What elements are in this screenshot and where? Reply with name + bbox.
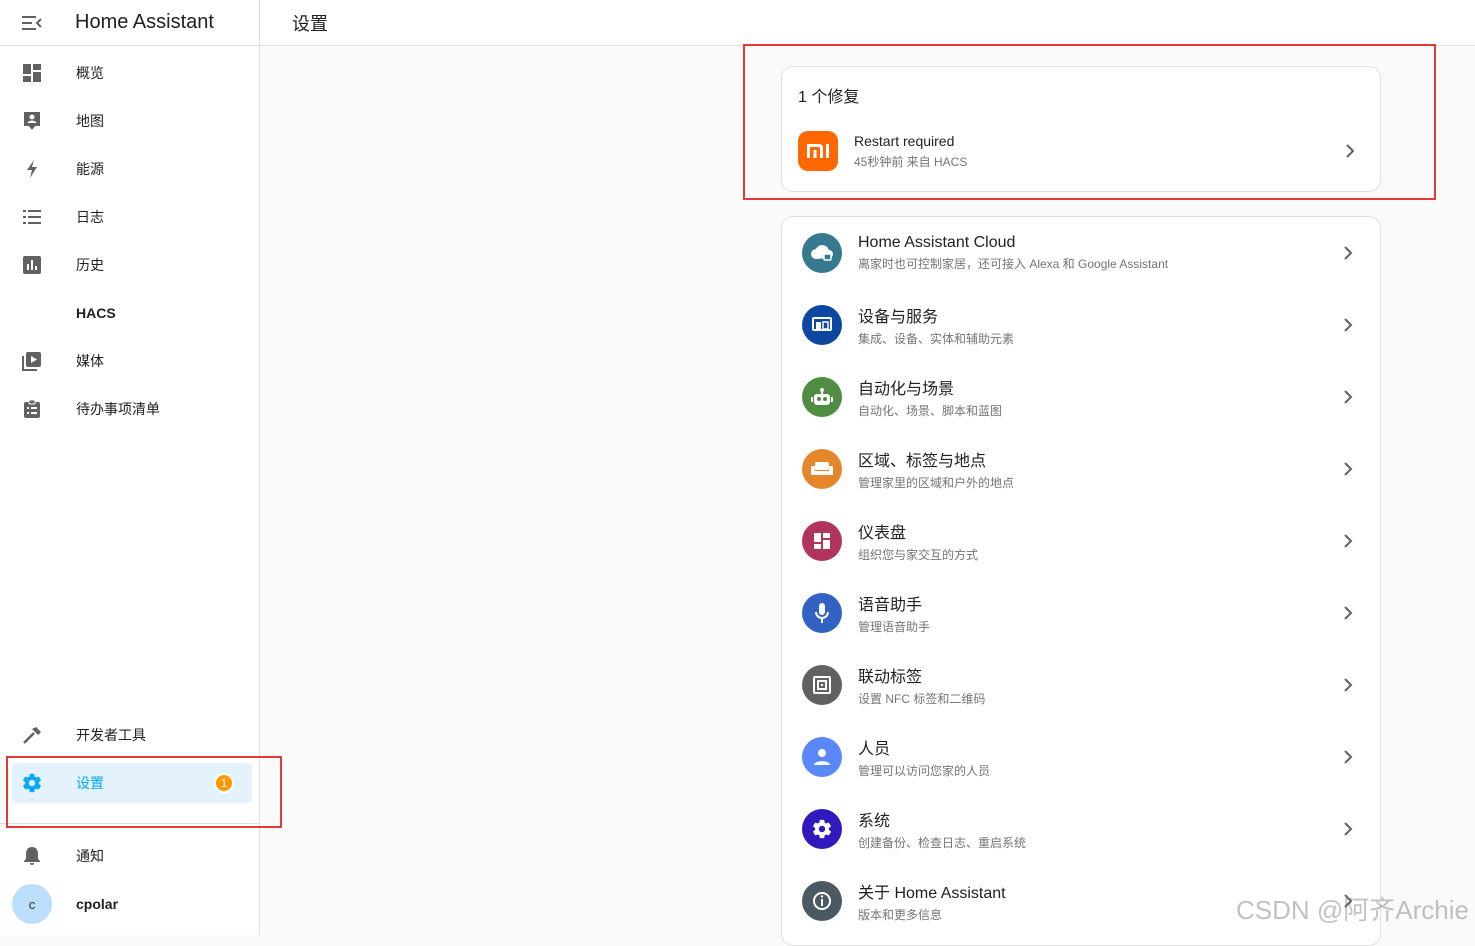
cog-icon <box>802 809 842 849</box>
sidebar-item-label: 待办事项清单 <box>76 399 160 419</box>
sidebar-item-developer-tools[interactable]: 开发者工具 <box>12 715 252 755</box>
settings-list-card: Home Assistant Cloud 离家时也可控制家居，还可接入 Alexa… <box>781 216 1381 946</box>
chevron-right-icon <box>1336 313 1360 337</box>
chevron-right-icon <box>1336 529 1360 553</box>
hacs-icon <box>12 293 52 333</box>
sidebar-item-profile[interactable]: c cpolar <box>12 884 252 924</box>
play-box-icon <box>12 341 52 381</box>
hammer-icon <box>12 715 52 755</box>
settings-row-devices[interactable]: 设备与服务集成、设备、实体和辅助元素 <box>782 289 1380 361</box>
chevron-right-icon <box>1336 385 1360 409</box>
chart-box-icon <box>12 245 52 285</box>
sidebar-item-label: 地图 <box>76 111 104 131</box>
nfc-icon <box>802 665 842 705</box>
settings-row-subtitle: 设置 NFC 标签和二维码 <box>858 690 1336 707</box>
settings-row-automations[interactable]: 自动化与场景自动化、场景、脚本和蓝图 <box>782 361 1380 433</box>
chevron-right-icon <box>1336 745 1360 769</box>
settings-row-subtitle: 管理家里的区域和户外的地点 <box>858 474 1336 491</box>
view-dashboard-icon <box>802 521 842 561</box>
settings-row-title: 自动化与场景 <box>858 375 1336 399</box>
page-title: 设置 <box>292 10 328 36</box>
sidebar-item-hacs[interactable]: HACS <box>12 293 252 333</box>
settings-row-subtitle: 组织您与家交互的方式 <box>858 546 1336 563</box>
chevron-right-icon <box>1336 457 1360 481</box>
robot-icon <box>802 377 842 417</box>
settings-row-subtitle: 管理可以访问您家的人员 <box>858 762 1336 779</box>
settings-row-title: 系统 <box>858 807 1336 831</box>
sidebar-item-label: 概览 <box>76 63 104 83</box>
microphone-icon <box>802 593 842 633</box>
settings-row-subtitle: 离家时也可控制家居，还可接入 Alexa 和 Google Assistant <box>858 255 1336 272</box>
annotation-highlight-settings <box>6 756 282 828</box>
settings-row-title: 语音助手 <box>858 591 1336 615</box>
sidebar-item-history[interactable]: 历史 <box>12 245 252 285</box>
info-icon <box>802 881 842 921</box>
lightning-icon <box>12 149 52 189</box>
user-name: cpolar <box>76 896 118 912</box>
menu-collapse-button[interactable] <box>0 0 64 46</box>
sidebar-item-media[interactable]: 媒体 <box>12 341 252 381</box>
menu-open-icon <box>22 15 42 31</box>
sidebar-item-label: 日志 <box>76 207 104 227</box>
settings-row-dashboards[interactable]: 仪表盘组织您与家交互的方式 <box>782 505 1380 577</box>
watermark: CSDN @阿齐Archie <box>1236 890 1469 927</box>
sidebar-item-label: 媒体 <box>76 351 104 371</box>
settings-row-voice-assistants[interactable]: 语音助手管理语音助手 <box>782 577 1380 649</box>
settings-row-tags[interactable]: 联动标签设置 NFC 标签和二维码 <box>782 649 1380 721</box>
settings-row-system[interactable]: 系统创建备份、检查日志、重启系统 <box>782 793 1380 865</box>
settings-row-title: 仪表盘 <box>858 519 1336 543</box>
dashboard-icon <box>12 53 52 93</box>
sidebar-item-label: 通知 <box>76 846 104 866</box>
settings-row-cloud[interactable]: Home Assistant Cloud 离家时也可控制家居，还可接入 Alexa… <box>782 217 1380 289</box>
settings-row-subtitle: 创建备份、检查日志、重启系统 <box>858 834 1336 851</box>
sidebar-item-overview[interactable]: 概览 <box>12 53 252 93</box>
annotation-highlight-repairs <box>743 44 1436 200</box>
avatar: c <box>12 884 52 924</box>
settings-row-title: 联动标签 <box>858 663 1336 687</box>
settings-row-areas[interactable]: 区域、标签与地点管理家里的区域和户外的地点 <box>782 433 1380 505</box>
settings-row-title: Home Assistant Cloud <box>858 234 1336 252</box>
sidebar-item-label: HACS <box>76 305 116 321</box>
top-bar: 设置 <box>260 0 1475 46</box>
sidebar-item-map[interactable]: 地图 <box>12 101 252 141</box>
sofa-icon <box>802 449 842 489</box>
sidebar-item-logbook[interactable]: 日志 <box>12 197 252 237</box>
sidebar-item-label: 开发者工具 <box>76 725 146 745</box>
settings-row-people[interactable]: 人员管理可以访问您家的人员 <box>782 721 1380 793</box>
cloud-lock-icon <box>802 233 842 273</box>
account-icon <box>802 737 842 777</box>
devices-icon <box>802 305 842 345</box>
sidebar-item-energy[interactable]: 能源 <box>12 149 252 189</box>
bell-icon <box>12 836 52 876</box>
app-title: Home Assistant <box>75 11 214 34</box>
chevron-right-icon <box>1336 241 1360 265</box>
sidebar-item-todo[interactable]: 待办事项清单 <box>12 389 252 429</box>
settings-row-subtitle: 集成、设备、实体和辅助元素 <box>858 330 1336 347</box>
settings-row-subtitle: 自动化、场景、脚本和蓝图 <box>858 402 1336 419</box>
settings-row-title: 设备与服务 <box>858 303 1336 327</box>
chevron-right-icon <box>1336 673 1360 697</box>
map-account-icon <box>12 101 52 141</box>
settings-row-title: 区域、标签与地点 <box>858 447 1336 471</box>
clipboard-list-icon <box>12 389 52 429</box>
sidebar-item-label: 能源 <box>76 159 104 179</box>
sidebar-item-notifications[interactable]: 通知 <box>12 836 252 876</box>
sidebar-item-label: 历史 <box>76 255 104 275</box>
chevron-right-icon <box>1336 817 1360 841</box>
settings-row-title: 人员 <box>858 735 1336 759</box>
chevron-right-icon <box>1336 601 1360 625</box>
sidebar-header: Home Assistant <box>0 0 259 46</box>
format-list-icon <box>12 197 52 237</box>
settings-row-subtitle: 管理语音助手 <box>858 618 1336 635</box>
